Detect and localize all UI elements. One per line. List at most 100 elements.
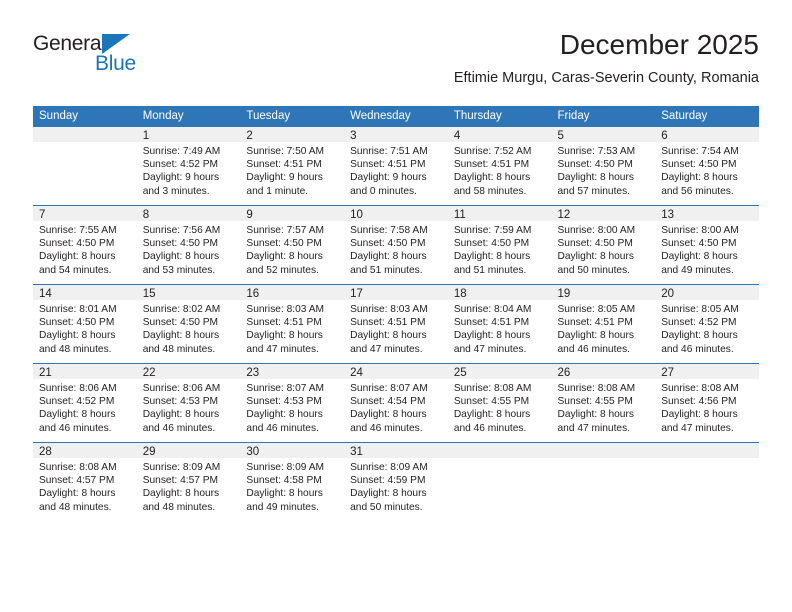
calendar-day-cell[interactable]: 7 Sunrise: 7:55 AM Sunset: 4:50 PM Daylight…: [33, 205, 137, 285]
calendar-day-cell[interactable]: 22 Sunrise: 8:06 AM Sunset: 4:53 PM Dayligh…: [136, 363, 241, 443]
day-details: Sunrise: 7:49 AM Sunset: 4:52 PM Daylight:…: [137, 142, 241, 198]
sunset-text: Sunset: 4:51 PM: [557, 317, 633, 329]
calendar-week-row: 28 Sunrise: 8:08 AM Sunset: 4:57 PM Dayligh…: [33, 442, 759, 521]
calendar-day-cell[interactable]: 11 Sunrise: 7:59 AM Sunset: 4:50 PM Dayligh…: [447, 205, 552, 285]
day-number: 25: [447, 364, 552, 379]
day-details: Sunrise: 8:02 AM Sunset: 4:50 PM Daylight:…: [137, 300, 241, 356]
day-details: Sunrise: 7:50 AM Sunset: 4:51 PM Daylight:…: [240, 142, 344, 198]
sunset-text: Sunset: 4:52 PM: [661, 317, 737, 329]
sunset-text: Sunset: 4:57 PM: [39, 475, 115, 487]
calendar-day-cell[interactable]: 15 Sunrise: 8:02 AM Sunset: 4:50 PM Dayligh…: [136, 284, 241, 364]
calendar-day-cell[interactable]: 12 Sunrise: 8:00 AM Sunset: 4:50 PM Dayligh…: [551, 205, 656, 285]
sunrise-text: Sunrise: 8:00 AM: [557, 225, 636, 236]
sunrise-text: Sunrise: 7:50 AM: [246, 146, 324, 157]
title-block: December 2025 Eftimie Murgu, Caras-Sever…: [454, 28, 759, 88]
daylight-text: Daylight: 9 hours and 0 minutes.: [350, 172, 427, 197]
sunset-text: Sunset: 4:50 PM: [350, 238, 426, 250]
calendar-day-cell[interactable]: 25 Sunrise: 8:08 AM Sunset: 4:55 PM Dayligh…: [447, 363, 552, 443]
calendar-day-cell[interactable]: 28 Sunrise: 8:08 AM Sunset: 4:57 PM Dayligh…: [33, 442, 137, 521]
calendar-day-cell[interactable]: 31 Sunrise: 8:09 AM Sunset: 4:59 PM Dayligh…: [344, 442, 448, 521]
calendar-day-cell[interactable]: 10 Sunrise: 7:58 AM Sunset: 4:50 PM Dayligh…: [344, 205, 448, 285]
calendar-day-cell[interactable]: 26 Sunrise: 8:08 AM Sunset: 4:55 PM Dayligh…: [551, 363, 656, 443]
calendar-day-cell[interactable]: 20 Sunrise: 8:05 AM Sunset: 4:52 PM Dayligh…: [655, 284, 759, 364]
daylight-text: Daylight: 8 hours and 53 minutes.: [142, 251, 220, 276]
sunset-text: Sunset: 4:51 PM: [246, 159, 322, 171]
day-number: [447, 443, 552, 458]
day-number: 22: [136, 364, 241, 379]
weekday-header-sunday: Sunday: [33, 106, 137, 127]
weekday-header-thursday: Thursday: [447, 106, 552, 127]
day-details: Sunrise: 7:51 AM Sunset: 4:51 PM Daylight:…: [344, 142, 448, 198]
day-details: Sunrise: 8:09 AM Sunset: 4:57 PM Daylight:…: [137, 458, 241, 514]
calendar-day-cell[interactable]: 14 Sunrise: 8:01 AM Sunset: 4:50 PM Dayligh…: [33, 284, 137, 364]
sunrise-text: Sunrise: 8:00 AM: [661, 225, 739, 236]
calendar-day-cell[interactable]: 3 Sunrise: 7:51 AM Sunset: 4:51 PM Daylight…: [344, 127, 448, 206]
sunrise-text: Sunrise: 8:08 AM: [39, 462, 117, 473]
calendar-day-cell[interactable]: 30 Sunrise: 8:09 AM Sunset: 4:58 PM Dayligh…: [240, 442, 345, 521]
general-blue-logo: General Blue: [33, 32, 173, 84]
sunset-text: Sunset: 4:51 PM: [246, 317, 322, 329]
calendar-day-cell[interactable]: 2 Sunrise: 7:50 AM Sunset: 4:51 PM Daylight…: [240, 127, 345, 206]
day-number: 4: [447, 127, 552, 142]
sunset-text: Sunset: 4:55 PM: [453, 396, 530, 408]
day-details: Sunrise: 7:55 AM Sunset: 4:50 PM Daylight:…: [33, 221, 137, 277]
day-number: 7: [33, 206, 137, 221]
sunrise-text: Sunrise: 7:59 AM: [453, 225, 532, 236]
day-details: Sunrise: 8:08 AM Sunset: 4:56 PM Daylight:…: [655, 379, 759, 435]
calendar-week-row: 14 Sunrise: 8:01 AM Sunset: 4:50 PM Dayligh…: [33, 284, 759, 364]
calendar-day-cell[interactable]: 6 Sunrise: 7:54 AM Sunset: 4:50 PM Daylight…: [655, 127, 759, 206]
day-number: 27: [655, 364, 759, 379]
calendar-day-cell-empty: [551, 442, 656, 521]
calendar-day-cell[interactable]: 4 Sunrise: 7:52 AM Sunset: 4:51 PM Daylight…: [447, 127, 552, 206]
daylight-text: Daylight: 8 hours and 57 minutes.: [557, 172, 634, 197]
daylight-text: Daylight: 8 hours and 49 minutes.: [661, 251, 738, 276]
page-title: December 2025: [559, 29, 759, 60]
logo-triangle-icon: [102, 34, 130, 54]
day-details: Sunrise: 8:08 AM Sunset: 4:55 PM Daylight:…: [552, 379, 656, 435]
sunset-text: Sunset: 4:50 PM: [142, 317, 219, 329]
daylight-text: Daylight: 8 hours and 46 minutes.: [350, 409, 427, 434]
day-number: 31: [344, 443, 448, 458]
day-number: 15: [136, 285, 241, 300]
weekday-header-friday: Friday: [551, 106, 656, 127]
day-details: Sunrise: 8:03 AM Sunset: 4:51 PM Daylight:…: [240, 300, 344, 356]
sunrise-text: Sunrise: 7:58 AM: [350, 225, 428, 236]
sunset-text: Sunset: 4:50 PM: [661, 159, 737, 171]
sunset-text: Sunset: 4:50 PM: [39, 238, 115, 250]
daylight-text: Daylight: 8 hours and 50 minutes.: [350, 488, 427, 513]
calendar-day-cell[interactable]: 13 Sunrise: 8:00 AM Sunset: 4:50 PM Dayligh…: [655, 205, 759, 285]
calendar-day-cell[interactable]: 16 Sunrise: 8:03 AM Sunset: 4:51 PM Dayligh…: [240, 284, 345, 364]
calendar-week-row: 7 Sunrise: 7:55 AM Sunset: 4:50 PM Daylight…: [33, 205, 759, 285]
day-number: 26: [551, 364, 656, 379]
calendar-grid: Sunday Monday Tuesday Wednesday Thursday Frid…: [33, 106, 759, 521]
day-number: 12: [551, 206, 656, 221]
weekday-header-tuesday: Tuesday: [240, 106, 345, 127]
calendar-day-cell[interactable]: 17 Sunrise: 8:03 AM Sunset: 4:51 PM Dayligh…: [344, 284, 448, 364]
sunrise-text: Sunrise: 8:02 AM: [142, 304, 221, 315]
day-number: 24: [344, 364, 448, 379]
calendar-day-cell[interactable]: 18 Sunrise: 8:04 AM Sunset: 4:51 PM Dayligh…: [447, 284, 552, 364]
logo-text-blue: Blue: [95, 52, 136, 75]
day-number: 2: [240, 127, 345, 142]
sunrise-text: Sunrise: 8:08 AM: [453, 383, 532, 394]
sunrise-text: Sunrise: 8:08 AM: [661, 383, 739, 394]
sunset-text: Sunset: 4:51 PM: [453, 317, 530, 329]
weekday-header-saturday: Saturday: [655, 106, 759, 127]
day-details: Sunrise: 8:04 AM Sunset: 4:51 PM Daylight:…: [448, 300, 552, 356]
calendar-day-cell[interactable]: 27 Sunrise: 8:08 AM Sunset: 4:56 PM Dayligh…: [655, 363, 759, 443]
sunset-text: Sunset: 4:51 PM: [350, 159, 426, 171]
sunset-text: Sunset: 4:50 PM: [142, 238, 219, 250]
calendar-day-cell[interactable]: 21 Sunrise: 8:06 AM Sunset: 4:52 PM Dayligh…: [33, 363, 137, 443]
daylight-text: Daylight: 8 hours and 51 minutes.: [453, 251, 531, 276]
calendar-day-cell[interactable]: 8 Sunrise: 7:56 AM Sunset: 4:50 PM Daylight…: [136, 205, 241, 285]
calendar-day-cell[interactable]: 9 Sunrise: 7:57 AM Sunset: 4:50 PM Daylight…: [240, 205, 345, 285]
calendar-day-cell[interactable]: 5 Sunrise: 7:53 AM Sunset: 4:50 PM Daylight…: [551, 127, 656, 206]
calendar-day-cell[interactable]: 24 Sunrise: 8:07 AM Sunset: 4:54 PM Dayligh…: [344, 363, 448, 443]
calendar-day-cell[interactable]: 23 Sunrise: 8:07 AM Sunset: 4:53 PM Dayligh…: [240, 363, 345, 443]
calendar-day-cell[interactable]: 1 Sunrise: 7:49 AM Sunset: 4:52 PM Daylight…: [136, 127, 241, 206]
daylight-text: Daylight: 8 hours and 47 minutes.: [557, 409, 634, 434]
calendar-day-cell[interactable]: 29 Sunrise: 8:09 AM Sunset: 4:57 PM Dayligh…: [136, 442, 241, 521]
calendar-day-cell[interactable]: 19 Sunrise: 8:05 AM Sunset: 4:51 PM Dayligh…: [551, 284, 656, 364]
day-details: Sunrise: 7:58 AM Sunset: 4:50 PM Daylight:…: [344, 221, 448, 277]
day-details: Sunrise: 8:00 AM Sunset: 4:50 PM Daylight:…: [552, 221, 656, 277]
